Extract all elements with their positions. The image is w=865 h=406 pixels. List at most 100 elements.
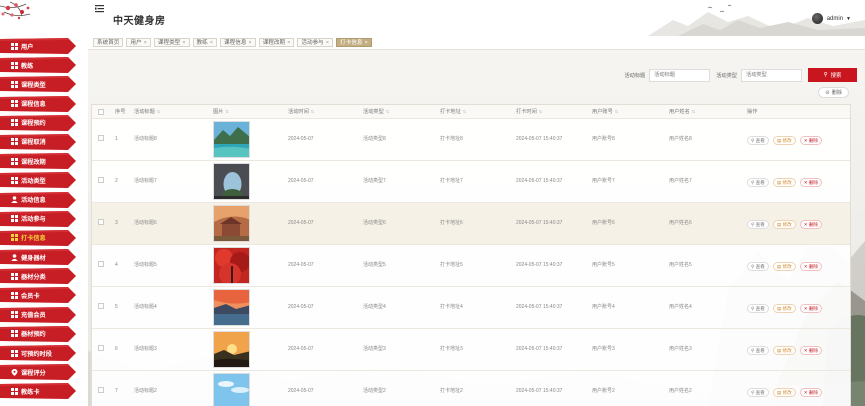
table-row: 5 活动标题4 2024-05-07 活动类型4 打卡地址4 2024-05-07 15:… bbox=[92, 287, 850, 329]
close-icon[interactable]: × bbox=[248, 40, 251, 46]
view-button[interactable]: ⚲ 查看 bbox=[747, 219, 769, 229]
close-icon[interactable]: × bbox=[287, 40, 290, 46]
sidebar-item-12[interactable]: 器材分类 bbox=[0, 268, 76, 285]
edit-button[interactable]: ▤ 修改 bbox=[772, 387, 796, 397]
sidebar-item-9[interactable]: 活动参与 bbox=[0, 210, 76, 227]
tab-5[interactable]: 课程改期 × bbox=[258, 38, 295, 47]
column-header-4[interactable]: 活动类型 ⇅ bbox=[363, 105, 389, 119]
close-icon[interactable]: × bbox=[182, 40, 185, 46]
title-search-input[interactable] bbox=[649, 68, 711, 82]
sort-icon[interactable]: ⇅ bbox=[386, 109, 389, 114]
sidebar-item-14[interactable]: 充值会员 bbox=[0, 306, 76, 323]
view-button[interactable]: ⚲ 查看 bbox=[747, 135, 769, 145]
sort-icon[interactable]: ⇅ bbox=[225, 109, 228, 114]
sidebar-item-8[interactable]: 活动信息 bbox=[0, 191, 76, 208]
sidebar-item-0[interactable]: 用户 bbox=[0, 38, 76, 54]
delete-button[interactable]: ✕ 删除 bbox=[799, 219, 823, 229]
edit-button[interactable]: ▤ 修改 bbox=[772, 303, 796, 313]
batch-delete-button[interactable]: ⊝ 删除 bbox=[818, 87, 849, 98]
row-checkbox[interactable] bbox=[98, 303, 104, 309]
header-select-all[interactable] bbox=[92, 105, 112, 119]
column-header-8[interactable]: 用户姓名 ⇅ bbox=[669, 105, 695, 119]
edit-button[interactable]: ▤ 修改 bbox=[772, 219, 796, 229]
edit-button[interactable]: ▤ 修改 bbox=[772, 177, 796, 187]
cell-time: 2024-05-07 bbox=[288, 178, 314, 184]
view-button[interactable]: ⚲ 查看 bbox=[747, 261, 769, 271]
sidebar-item-15[interactable]: 器材预约 bbox=[0, 325, 76, 342]
search-button[interactable]: ⚲ 搜索 bbox=[808, 68, 857, 82]
sidebar-menu: 用户教练课程类型课程信息课程预约课程取消课程改期活动类型活动信息活动参与打卡信息… bbox=[0, 38, 88, 403]
sidebar-item-18[interactable]: 教练卡 bbox=[0, 383, 76, 400]
sidebar-item-label: 器材分类 bbox=[21, 273, 46, 281]
type-search-input[interactable] bbox=[741, 68, 802, 82]
activity-image bbox=[213, 373, 250, 406]
table-row: 3 活动标题6 2024-05-07 活动类型6 打卡地址6 2024-05-07 15:… bbox=[92, 203, 850, 245]
sidebar-item-4[interactable]: 课程预约 bbox=[0, 114, 76, 131]
column-header-0: 序号 bbox=[115, 105, 125, 119]
main-content: 活动标题 活动类型 ⚲ 搜索 ⊝ 删除 序号活动标题⇅图片⇅活动时间⇅活动类型⇅… bbox=[88, 51, 865, 406]
sidebar-item-5[interactable]: 课程取消 bbox=[0, 133, 76, 150]
close-icon[interactable]: × bbox=[210, 40, 213, 46]
delete-button[interactable]: ✕ 删除 bbox=[799, 177, 823, 187]
tab-2[interactable]: 课程类型 × bbox=[153, 38, 190, 47]
sidebar-item-17[interactable]: 课程评分 bbox=[0, 364, 76, 381]
sidebar-item-7[interactable]: 活动类型 bbox=[0, 172, 76, 189]
sidebar-item-1[interactable]: 教练 bbox=[0, 57, 76, 74]
view-button[interactable]: ⚲ 查看 bbox=[747, 177, 769, 187]
sidebar-item-16[interactable]: 可预约时段 bbox=[0, 345, 76, 361]
sort-icon[interactable]: ⇅ bbox=[157, 109, 160, 114]
view-button[interactable]: ⚲ 查看 bbox=[747, 303, 769, 313]
row-checkbox[interactable] bbox=[98, 261, 104, 267]
sort-icon[interactable]: ⇅ bbox=[539, 109, 542, 114]
column-header-7[interactable]: 用户账号 ⇅ bbox=[592, 105, 618, 119]
sidebar-item-10[interactable]: 打卡信息 bbox=[0, 229, 76, 246]
menu-toggle-icon[interactable] bbox=[95, 4, 104, 13]
column-header-6[interactable]: 打卡时间 ⇅ bbox=[516, 105, 542, 119]
tab-6[interactable]: 活动参与 × bbox=[297, 38, 334, 47]
delete-button[interactable]: ✕ 删除 bbox=[799, 387, 823, 397]
delete-button[interactable]: ✕ 删除 bbox=[799, 261, 823, 271]
tab-7[interactable]: 打卡信息 × bbox=[336, 38, 372, 47]
sidebar-item-13[interactable]: 会员卡 bbox=[0, 287, 76, 304]
tab-4[interactable]: 课程信息 × bbox=[220, 38, 256, 47]
column-header-2[interactable]: 图片 ⇅ bbox=[213, 105, 229, 119]
checkbox[interactable] bbox=[98, 109, 104, 115]
sidebar-item-11[interactable]: 健身器材 bbox=[0, 249, 76, 266]
sort-icon[interactable]: ⇅ bbox=[615, 109, 618, 114]
cell-addr: 打卡地址8 bbox=[440, 136, 463, 142]
row-checkbox[interactable] bbox=[98, 177, 104, 183]
delete-button[interactable]: ✕ 删除 bbox=[799, 303, 823, 313]
tab-3[interactable]: 教练 × bbox=[192, 38, 218, 47]
edit-button[interactable]: ▤ 修改 bbox=[772, 345, 796, 355]
column-header-5[interactable]: 打卡地址 ⇅ bbox=[440, 105, 466, 119]
close-icon[interactable]: × bbox=[326, 40, 329, 46]
sort-icon[interactable]: ⇅ bbox=[311, 109, 314, 114]
column-header-3[interactable]: 活动时间 ⇅ bbox=[288, 105, 314, 119]
view-button[interactable]: ⚲ 查看 bbox=[747, 387, 769, 397]
delete-button[interactable]: ✕ 删除 bbox=[799, 345, 823, 355]
edit-label: 修改 bbox=[782, 347, 792, 353]
tab-0[interactable]: 系统首页 bbox=[93, 38, 124, 47]
user-icon bbox=[11, 253, 18, 261]
row-checkbox[interactable] bbox=[98, 387, 104, 393]
edit-button[interactable]: ▤ 修改 bbox=[772, 261, 796, 271]
activity-image bbox=[213, 163, 250, 200]
sidebar-item-2[interactable]: 课程类型 bbox=[0, 76, 76, 93]
delete-button[interactable]: ✕ 删除 bbox=[799, 135, 823, 145]
sidebar-item-6[interactable]: 课程改期 bbox=[0, 153, 76, 170]
cell-no: 6 bbox=[115, 346, 118, 352]
close-icon[interactable]: × bbox=[364, 40, 367, 46]
row-checkbox[interactable] bbox=[98, 219, 104, 225]
sort-icon[interactable]: ⇅ bbox=[692, 109, 695, 114]
sidebar-item-3[interactable]: 课程信息 bbox=[0, 95, 76, 112]
tab-1[interactable]: 用户 × bbox=[126, 38, 151, 47]
close-icon[interactable]: × bbox=[144, 40, 147, 46]
view-button[interactable]: ⚲ 查看 bbox=[747, 345, 769, 355]
sort-icon[interactable]: ⇅ bbox=[463, 109, 466, 114]
edit-button[interactable]: ▤ 修改 bbox=[772, 135, 796, 145]
column-header-1[interactable]: 活动标题 ⇅ bbox=[134, 105, 160, 119]
cell-type: 活动类型7 bbox=[363, 178, 386, 184]
row-checkbox[interactable] bbox=[98, 135, 104, 141]
user-menu[interactable]: admin ▼ bbox=[811, 13, 851, 24]
row-checkbox[interactable] bbox=[98, 345, 104, 351]
